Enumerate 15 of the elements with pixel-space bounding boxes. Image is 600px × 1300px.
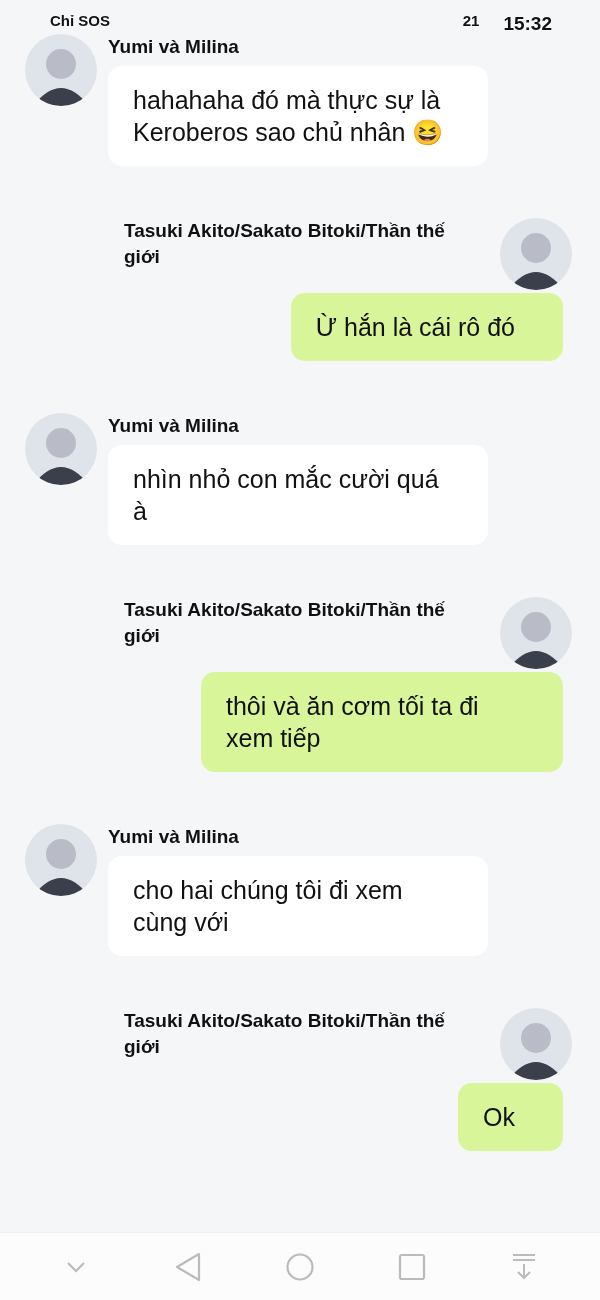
- sender-name: Yumi và Milina: [108, 414, 240, 438]
- sender-name: Tasuki Akito/Sakato Bitoki/Thần thế giới: [124, 598, 446, 648]
- message-bubble: thôi và ăn cơm tối ta đi xem tiếp: [201, 672, 563, 772]
- sender-name: Yumi và Milina: [108, 825, 240, 849]
- message-bubble: nhìn nhỏ con mắc cười quá à: [108, 445, 488, 545]
- message-bubble: hahahaha đó mà thực sự là Keroberos sao chủ nhân 😆: [108, 66, 488, 166]
- sender-name: Yumi và Milina: [108, 35, 240, 59]
- message-bubble: cho hai chúng tôi đi xem cùng với: [108, 856, 488, 956]
- clock: 15:32: [503, 12, 552, 36]
- sender-name: Tasuki Akito/Sakato Bitoki/Thần thế giới: [124, 219, 446, 269]
- sender-name: Tasuki Akito/Sakato Bitoki/Thần thế giới: [124, 1009, 446, 1059]
- battery-level: 21: [462, 11, 480, 31]
- message-bubble: Ừ hắn là cái rô đó: [290, 293, 563, 361]
- message-bubble: Ok: [458, 1083, 563, 1151]
- carrier-status: Chỉ SOS: [50, 11, 110, 31]
